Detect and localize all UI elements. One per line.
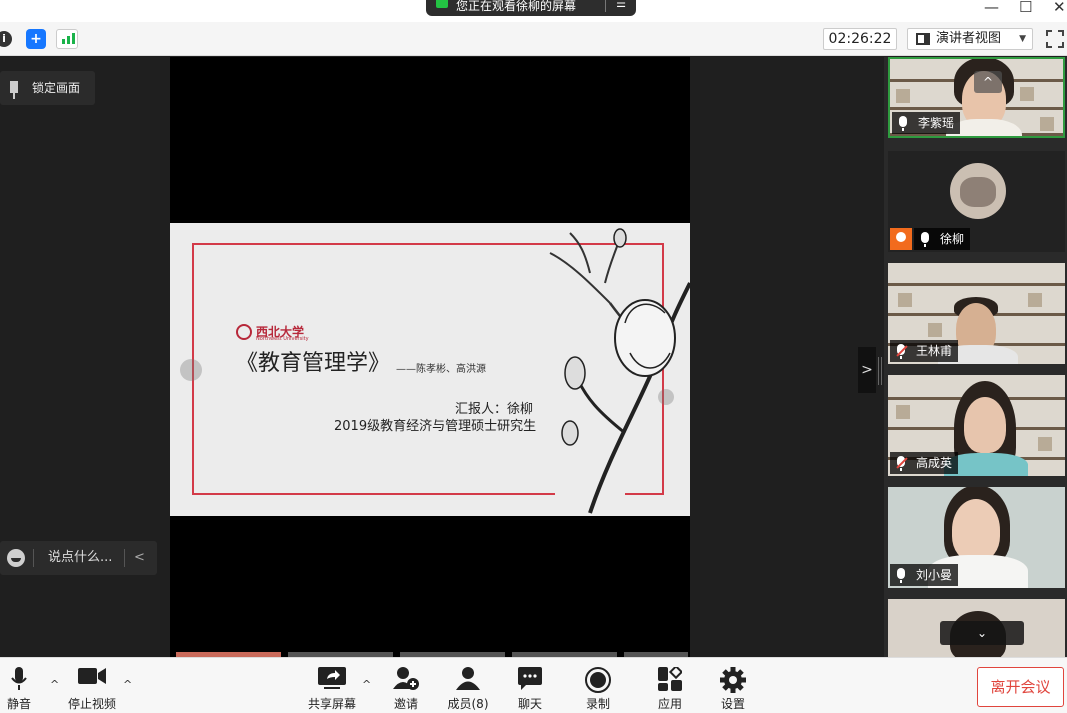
host-badge-icon [890,228,912,250]
chat-quick-input[interactable]: 说点什么... < [0,541,157,575]
banner-menu-icon[interactable]: ☰ [616,0,626,10]
speaker-view-icon [916,33,930,45]
slide-tool-icon[interactable] [658,389,674,405]
record-icon [585,667,611,693]
mic-muted-icon [897,344,905,359]
microphone-icon [11,667,27,690]
share-options-chevron-icon[interactable]: ^ [362,678,371,691]
mic-icon [921,232,929,247]
slide-title: 《教育管理学》 [236,351,391,376]
slide-program: 2019级教育经济与管理硕士研究生 [334,419,537,434]
chat-button[interactable]: 聊天 [510,658,550,713]
invite-button[interactable]: 邀请 [386,658,426,713]
participant-tile[interactable]: 徐柳 [888,151,1065,252]
members-label: 成员(8) [447,697,489,711]
mic-muted-icon [897,456,905,471]
share-banner-text: 您正在观看徐柳的屏幕 [456,0,577,13]
scroll-up-button[interactable]: ^ [974,71,1002,93]
record-label: 录制 [585,697,610,711]
mute-label: 静音 [6,697,31,711]
participant-tile[interactable]: 高成英 [888,375,1065,476]
members-icon [456,667,480,690]
mic-icon [897,568,905,583]
shield-icon[interactable]: + [26,29,46,49]
meeting-info-bar: i + 02:26:22 演讲者视图 ▼ [0,22,1067,56]
pin-view-button[interactable]: 锁定画面 [0,71,95,105]
meeting-window: 您正在观看徐柳的屏幕 ☰ — ☐ ✕ i + 02:26:22 演讲者视图 ▼ [0,0,1067,713]
meeting-timer: 02:26:22 [823,28,897,50]
shared-screen[interactable]: 西北大学 Northwest University 《教育管理学》 ——陈孝彬、… [170,57,690,657]
stop-video-button[interactable]: 停止视频 [64,658,120,713]
chevron-left-icon[interactable]: < [134,541,145,575]
view-mode-select[interactable]: 演讲者视图 ▼ [907,28,1033,50]
members-button[interactable]: 成员(8) [444,658,492,713]
participant-video [952,499,1000,561]
participant-name: 刘小曼 [890,564,959,586]
video-camera-icon [78,668,106,684]
presentation-slide: 西北大学 Northwest University 《教育管理学》 ——陈孝彬、… [170,223,690,516]
apps-grid-icon [658,667,682,691]
participant-tile[interactable]: ^ 李紫瑶 [888,57,1065,138]
minimize-button[interactable]: — [984,0,999,16]
close-button[interactable]: ✕ [1053,0,1066,16]
mic-options-chevron-icon[interactable]: ^ [50,678,59,691]
settings-label: 设置 [720,697,745,711]
view-mode-label: 演讲者视图 [936,31,1002,46]
share-screen-label: 共享屏幕 [307,697,356,711]
participant-name: 李紫瑶 [892,112,961,134]
add-user-icon [393,667,419,690]
participant-tile[interactable]: 王林甫 [888,263,1065,364]
stop-video-label: 停止视频 [67,697,116,711]
leave-meeting-button[interactable]: 离开会议 [977,667,1064,707]
participant-name: 王林甫 [890,340,959,362]
meeting-toolbar: 静音 ^ 停止视频 ^ 共享屏幕 ^ 邀请 成员(8) 聊天 录制 应用 设置 … [0,657,1067,713]
main-stage: 锁定画面 西北大学 Northwest University 《教育管理学》 —… [0,57,882,657]
participant-video [964,397,1006,453]
participant-gallery: ^ 李紫瑶 徐柳 王林甫 高成英 刘小曼 ⌄ [884,57,1067,657]
maximize-button[interactable]: ☐ [1019,0,1032,16]
banner-divider [605,0,606,12]
participant-name: 徐柳 [914,228,971,250]
share-banner[interactable]: 您正在观看徐柳的屏幕 ☰ [426,0,636,16]
university-logo [236,324,252,340]
participant-name: 高成英 [890,452,959,474]
fullscreen-icon[interactable] [1044,28,1064,48]
apps-button[interactable]: 应用 [650,658,690,713]
mic-icon [899,116,907,131]
record-button[interactable]: 录制 [578,658,618,713]
screen-share-icon [436,0,448,8]
network-signal-icon[interactable] [56,29,78,49]
collapse-gallery-button[interactable]: > [858,347,876,393]
share-screen-button[interactable]: 共享屏幕 [304,658,360,713]
mute-button[interactable]: 静音 [0,658,38,713]
info-icon[interactable]: i [0,31,12,47]
avatar [950,163,1006,219]
slide-authors: ——陈孝彬、高洪源 [396,364,486,375]
scroll-down-button[interactable]: ⌄ [940,621,1024,645]
gallery-resize-handle[interactable] [878,357,882,385]
pin-icon [10,81,18,99]
emoji-icon[interactable] [7,549,25,567]
gear-icon [720,667,746,693]
university-name-en: Northwest University [256,336,309,342]
chat-placeholder: 说点什么... [48,550,113,565]
annotate-pen-icon[interactable] [180,359,202,381]
chat-bubble-icon [518,667,542,690]
title-strip: 您正在观看徐柳的屏幕 ☰ — ☐ ✕ [0,0,1067,22]
settings-button[interactable]: 设置 [713,658,753,713]
share-screen-icon [318,667,346,689]
magnolia-illustration [549,228,690,514]
apps-label: 应用 [657,697,682,711]
participant-tile[interactable]: 刘小曼 [888,487,1065,588]
video-options-chevron-icon[interactable]: ^ [123,678,132,691]
chat-label: 聊天 [517,697,542,711]
chevron-down-icon: ▼ [1019,34,1026,44]
invite-label: 邀请 [393,697,418,711]
pin-view-label: 锁定画面 [32,81,81,95]
